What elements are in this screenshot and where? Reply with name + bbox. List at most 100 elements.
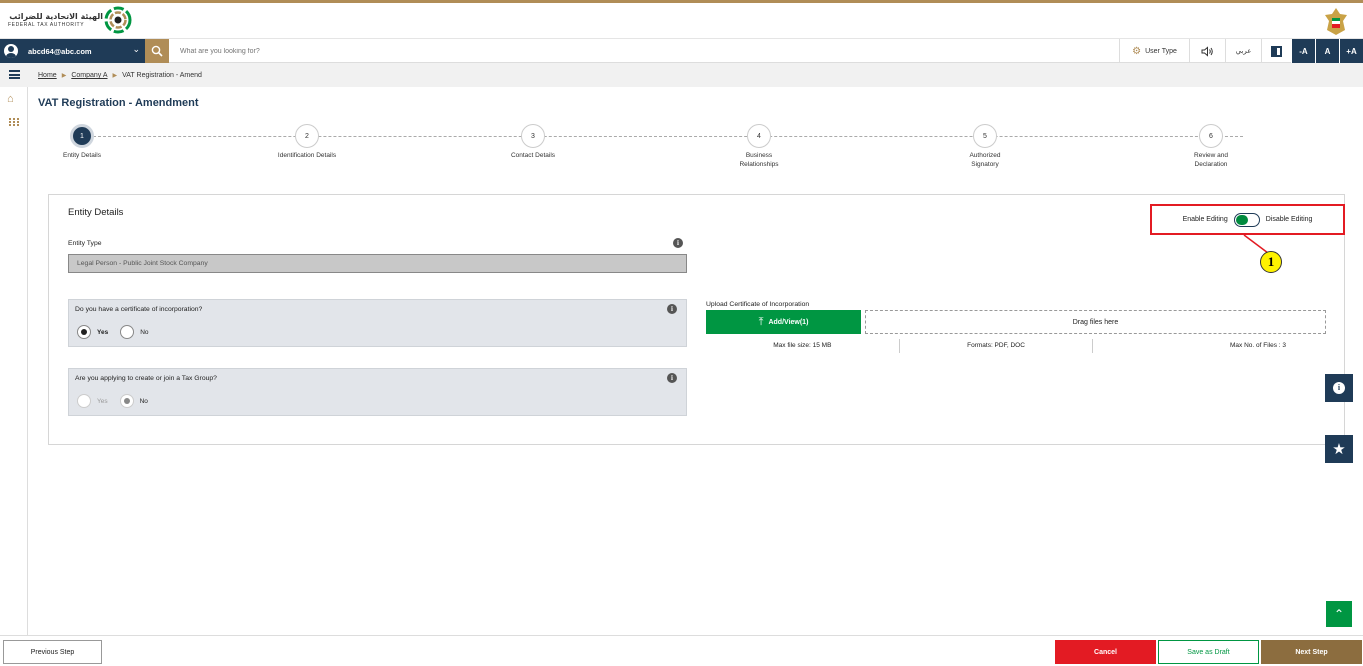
uae-emblem-icon (1325, 8, 1347, 35)
logo-arabic-text: الهيئة الاتحادية للضرائب (9, 12, 103, 21)
step-review-declaration[interactable]: 6 Review and Declaration (1156, 124, 1266, 169)
user-menu[interactable]: abcd64@abc.com ⌄ (0, 39, 145, 63)
step-number: 3 (521, 124, 545, 148)
tax-group-radio-group: Yes No (77, 394, 160, 408)
editing-toggle-group: Enable Editing Disable Editing (1150, 204, 1345, 235)
page-title: VAT Registration - Amendment (38, 97, 199, 109)
entity-details-card: Entity Details Enable Editing Disable Ed… (48, 194, 1345, 445)
radio-label: Yes (97, 328, 109, 336)
tax-group-yes-radio[interactable] (77, 394, 91, 408)
step-label: Business Relationships (739, 152, 779, 168)
fta-logo-text[interactable]: الهيئة الاتحادية للضرائب FEDERAL TAX AUT… (8, 12, 103, 29)
radio-label: No (140, 328, 149, 336)
step-number: 1 (70, 124, 94, 148)
action-footer: Previous Step Cancel Save as Draft Next … (0, 635, 1363, 666)
certificate-question: Do you have a certificate of incorporati… (75, 306, 203, 313)
entity-type-field: Legal Person - Public Joint Stock Compan… (68, 254, 687, 273)
previous-step-button[interactable]: Previous Step (3, 640, 102, 664)
max-file-size: Max file size: 15 MB (773, 342, 832, 349)
breadcrumb-bar: Home ▶ Company A ▶ VAT Registration - Am… (0, 63, 1363, 87)
editing-toggle-switch[interactable] (1233, 212, 1260, 227)
tax-group-no-radio[interactable] (119, 394, 134, 408)
cancel-button[interactable]: Cancel (1055, 640, 1156, 664)
add-view-label: Add/View(1) (768, 318, 809, 326)
certificate-radio-group: Yes No (77, 325, 161, 339)
step-entity-details[interactable]: 1 Entity Details (27, 124, 137, 160)
radio-label: Yes (97, 397, 108, 405)
allowed-formats: Formats: PDF, DOC (898, 339, 1093, 353)
user-type-button[interactable]: ⚙ User Type (1119, 39, 1189, 63)
breadcrumb-separator-icon: ▶ (112, 73, 118, 79)
step-number: 6 (1199, 124, 1223, 148)
step-business-relationships[interactable]: 4 Business Relationships (704, 124, 814, 169)
radio-label: No (139, 397, 148, 405)
search-input[interactable] (172, 41, 772, 61)
left-sidebar: ⌂ (0, 63, 28, 635)
file-drop-zone[interactable]: Drag files here (865, 310, 1326, 334)
certificate-no-radio[interactable] (120, 325, 135, 339)
user-avatar-icon (4, 44, 18, 58)
top-toolbar: abcd64@abc.com ⌄ ⚙ User Type عربي -A A +… (0, 39, 1363, 63)
scroll-top-button[interactable]: ⌃ (1325, 600, 1353, 628)
step-authorized-signatory[interactable]: 5 Authorized Signatory (930, 124, 1040, 169)
progress-stepper: 1 Entity Details 2 Identification Detail… (38, 124, 1348, 174)
fta-logo-icon[interactable] (104, 6, 132, 34)
disable-editing-label: Disable Editing (1265, 216, 1313, 223)
step-identification-details[interactable]: 2 Identification Details (252, 124, 362, 160)
step-label: Contact Details (510, 152, 556, 159)
info-icon: i (1333, 382, 1345, 394)
next-step-button[interactable]: Next Step (1261, 640, 1362, 664)
info-icon[interactable]: i (673, 238, 683, 248)
breadcrumb-separator-icon: ▶ (61, 73, 67, 79)
certificate-question-box: Do you have a certificate of incorporati… (68, 299, 687, 347)
section-title: Entity Details (68, 207, 124, 218)
step-label: Entity Details (63, 152, 101, 159)
breadcrumb: Home ▶ Company A ▶ VAT Registration - Am… (38, 72, 202, 79)
step-label: Identification Details (277, 152, 337, 159)
speaker-button[interactable] (1189, 39, 1225, 63)
grid-icon[interactable] (9, 118, 19, 126)
entity-type-label: Entity Type (68, 240, 102, 247)
contrast-icon (1271, 45, 1282, 57)
step-number: 4 (747, 124, 771, 148)
search-icon (151, 45, 163, 57)
upload-label: Upload Certificate of Incorporation (706, 301, 810, 308)
star-icon: ★ (1332, 441, 1346, 458)
breadcrumb-home[interactable]: Home (38, 72, 57, 79)
tax-group-question: Are you applying to create or join a Tax… (75, 375, 217, 382)
callout-badge: 1 (1260, 251, 1282, 273)
upload-icon: ⤒ (758, 315, 764, 328)
info-icon[interactable]: i (667, 304, 677, 314)
user-type-label: User Type (1145, 47, 1177, 55)
font-normal-button[interactable]: A (1315, 39, 1339, 63)
breadcrumb-company[interactable]: Company A (71, 72, 107, 79)
chevron-up-icon: ⌃ (1333, 607, 1345, 621)
menu-icon[interactable] (9, 70, 20, 79)
font-increase-button[interactable]: +A (1339, 39, 1363, 63)
font-decrease-button[interactable]: -A (1291, 39, 1315, 63)
max-file-count: Max No. of Files : 3 (1092, 339, 1326, 353)
chevron-down-icon: ⌄ (132, 44, 140, 54)
step-contact-details[interactable]: 3 Contact Details (478, 124, 588, 160)
user-email: abcd64@abc.com (28, 46, 92, 56)
enable-editing-label: Enable Editing (1182, 216, 1228, 223)
home-icon[interactable]: ⌂ (7, 93, 14, 105)
toggle-knob (1235, 214, 1248, 225)
gear-icon: ⚙ (1132, 45, 1142, 57)
logo-english-text: FEDERAL TAX AUTHORITY (8, 22, 85, 28)
contrast-button[interactable] (1261, 39, 1291, 63)
certificate-yes-radio[interactable] (77, 325, 91, 339)
favorite-button[interactable]: ★ (1325, 435, 1353, 463)
upload-constraints: Max file size: 15 MB Formats: PDF, DOC M… (706, 339, 1326, 353)
add-view-button[interactable]: ⤒ Add/View(1) (706, 310, 861, 334)
tax-group-question-box: Are you applying to create or join a Tax… (68, 368, 687, 416)
help-button[interactable]: i (1325, 374, 1353, 402)
info-icon[interactable]: i (667, 373, 677, 383)
breadcrumb-current: VAT Registration - Amend (122, 72, 202, 79)
step-number: 5 (973, 124, 997, 148)
save-draft-button[interactable]: Save as Draft (1158, 640, 1259, 664)
search-button[interactable] (145, 39, 169, 63)
speaker-icon (1201, 45, 1213, 57)
step-label: Authorized Signatory (969, 152, 1001, 168)
language-toggle[interactable]: عربي (1225, 39, 1261, 63)
